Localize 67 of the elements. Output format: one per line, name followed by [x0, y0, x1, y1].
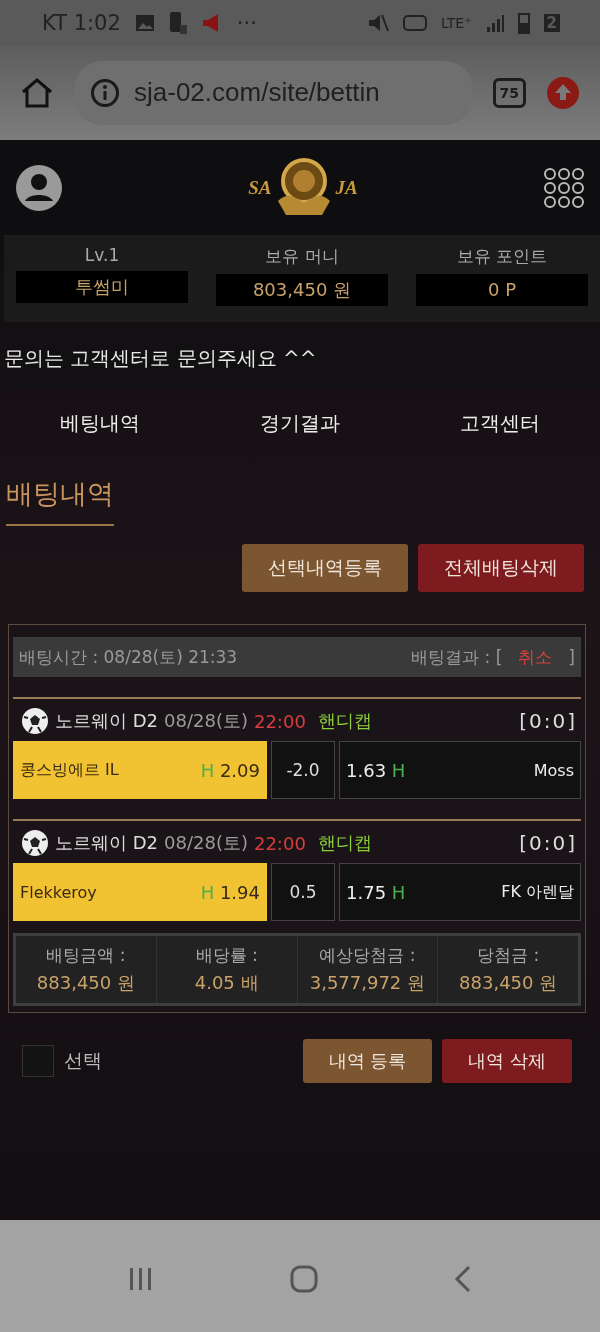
select-checkbox[interactable] [22, 1045, 54, 1077]
match-date: 08/28(토) [164, 831, 248, 855]
home-icon[interactable] [20, 76, 54, 109]
soccer-ball-icon [21, 707, 49, 735]
home-odds-option[interactable]: Flekkeroy H 1.94 [13, 863, 267, 921]
sim-number: 2 [543, 13, 560, 32]
logo-text: JA [335, 176, 358, 199]
register-button[interactable]: 내역 등록 [302, 1039, 433, 1083]
summary-label: 예상당첨금 : [319, 944, 416, 967]
handicap-value: -2.0 [271, 741, 335, 799]
summary-value: 883,450 원 [36, 971, 135, 995]
summary-label: 당첨금 : [477, 944, 540, 967]
handicap-value: 0.5 [271, 863, 335, 921]
network-label: LTE⁺ [440, 14, 472, 31]
sim-icon [168, 10, 187, 35]
gallery-icon [134, 13, 155, 32]
back-icon[interactable] [454, 1264, 472, 1293]
nav-tab[interactable]: 고객센터 [400, 408, 600, 438]
match-time: 22:00 [253, 710, 306, 732]
league-name: 노르웨이 D2 [55, 709, 159, 733]
upload-icon[interactable] [546, 75, 580, 110]
home-odds-option[interactable]: 콩스빙에르 IL H 2.09 [13, 741, 267, 799]
hd-icon [402, 13, 427, 32]
stat-label: 보유 머니 [265, 245, 339, 268]
away-odds-option[interactable]: 1.75 H FK 아렌달 [339, 863, 581, 921]
result-status: 취소 [518, 646, 553, 667]
stat-value: 0 P [416, 274, 588, 306]
summary-label: 배당률 : [195, 944, 258, 967]
match-date: 08/28(토) [164, 709, 248, 733]
stat-label: 보유 포인트 [456, 245, 548, 268]
away-odds-option[interactable]: 1.63 H Moss [339, 741, 581, 799]
match-score: [0:0] [519, 709, 577, 733]
delete-button[interactable]: 내역 삭제 [442, 1039, 572, 1083]
league-name: 노르웨이 D2 [55, 831, 159, 855]
mute-icon [366, 12, 389, 33]
stat-label: Lv.1 [84, 245, 120, 265]
battery-icon [517, 11, 530, 34]
summary-value: 4.05 배 [194, 971, 259, 995]
logo-text: SA [248, 176, 272, 199]
checkbox-label: 선택 [64, 1048, 103, 1073]
menu-grid-icon[interactable] [544, 167, 584, 208]
summary-label: 배팅금액 : [46, 944, 126, 967]
home-button-icon[interactable] [290, 1264, 318, 1293]
nav-tab[interactable]: 베팅내역 [0, 408, 200, 438]
result-label: 배팅결과 : [ [411, 646, 503, 667]
user-avatar-icon[interactable] [16, 164, 62, 211]
more-indicator: ··· [236, 10, 257, 35]
soccer-ball-icon [21, 829, 49, 857]
summary-value: 883,450 원 [459, 971, 558, 995]
delete-button[interactable]: 전체배팅삭제 [418, 544, 584, 592]
section-title: 배팅내역 [6, 468, 114, 526]
recent-apps-icon[interactable] [128, 1265, 154, 1292]
register-button[interactable]: 선택내역등록 [242, 544, 408, 592]
carrier-time: KT 1:02 [42, 10, 121, 35]
match-time: 22:00 [253, 832, 306, 854]
nav-tab[interactable]: 경기결과 [200, 408, 400, 438]
stat-value: 투썸미 [16, 271, 188, 303]
match-score: [0:0] [519, 831, 577, 855]
stat-value: 803,450 원 [216, 274, 388, 306]
info-icon [90, 77, 120, 108]
bet-time: 배팅시간 : 08/28(토) 21:33 [19, 645, 238, 669]
signal-icon [485, 12, 504, 33]
bet-type: 핸디캡 [317, 831, 372, 855]
result-bracket: ] [568, 646, 575, 667]
summary-value: 3,577,972 원 [309, 971, 426, 995]
bet-type: 핸디캡 [317, 709, 372, 733]
site-logo[interactable]: SA JA [248, 156, 358, 219]
